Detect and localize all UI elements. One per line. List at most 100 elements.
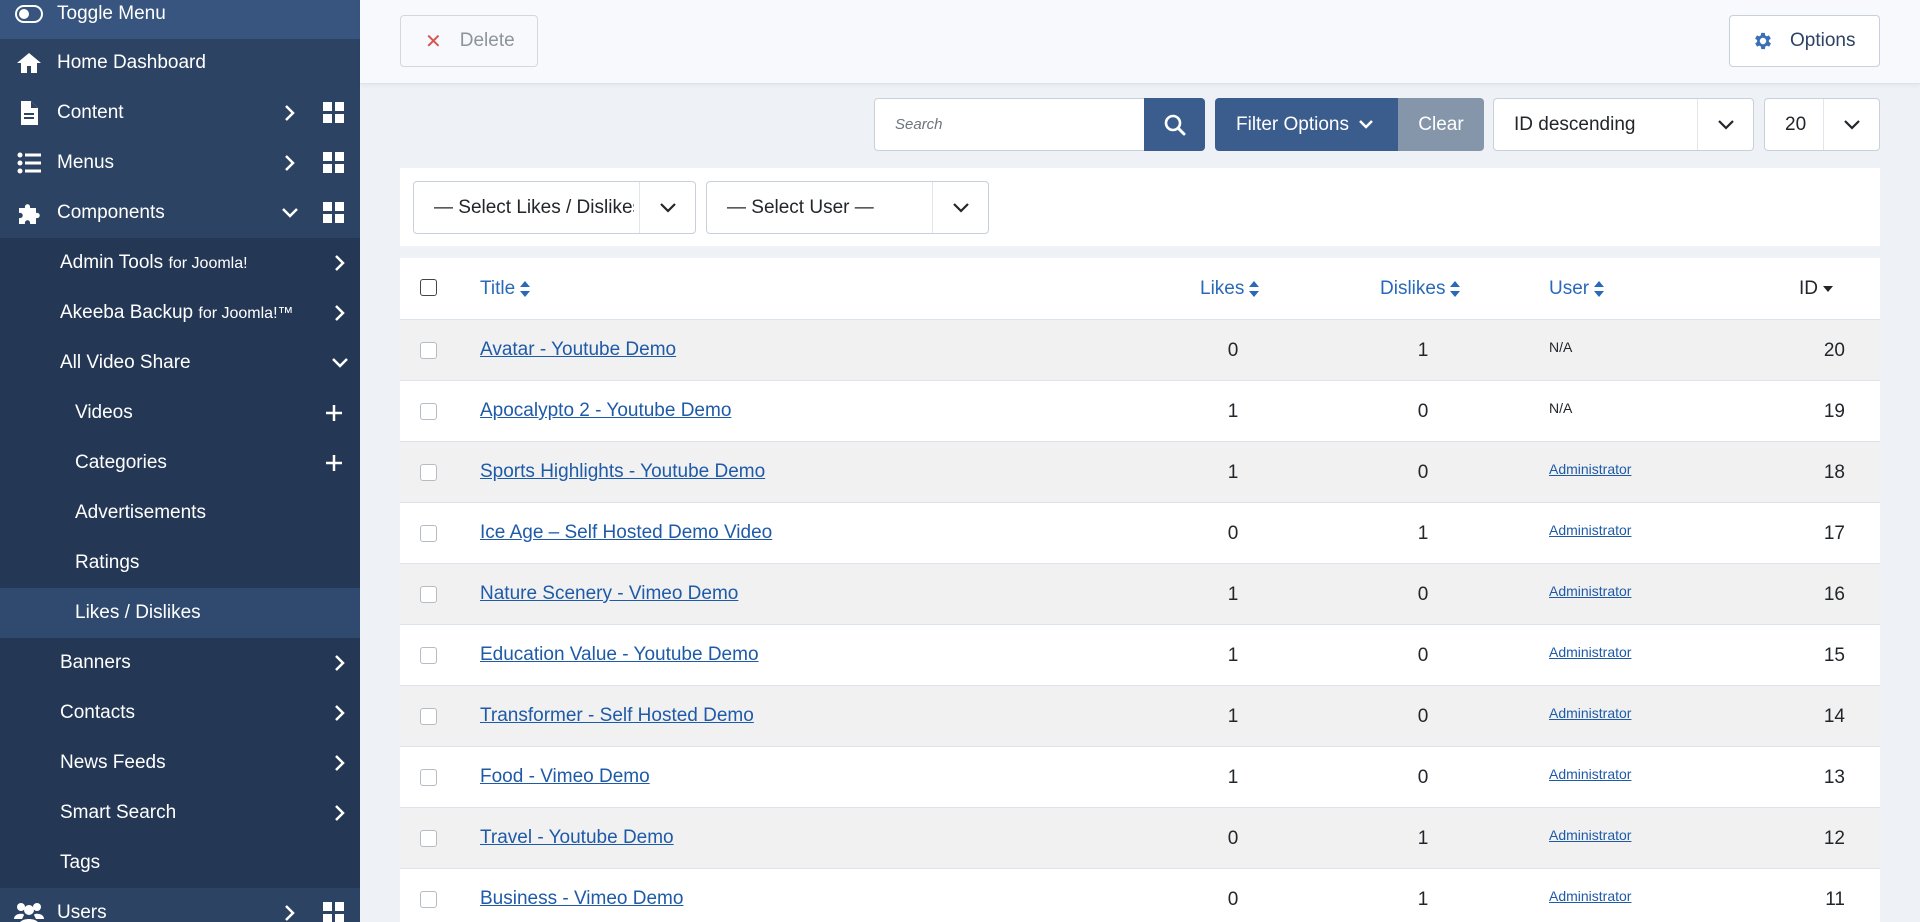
row-title-link[interactable]: Education Value - Youtube Demo: [480, 644, 759, 666]
sidebar-item-label: Advertisements: [75, 502, 206, 523]
row-title-link[interactable]: Ice Age – Self Hosted Demo Video: [480, 522, 772, 544]
row-title-link[interactable]: Avatar - Youtube Demo: [480, 339, 676, 361]
sidebar-item-likes-dislikes[interactable]: Likes / Dislikes: [0, 588, 360, 638]
sidebar-item-banners[interactable]: Banners: [0, 638, 360, 688]
plus-icon[interactable]: [323, 452, 345, 474]
search-button[interactable]: [1144, 98, 1205, 151]
row-user-link[interactable]: Administrator: [1549, 644, 1631, 660]
row-title-link[interactable]: Apocalypto 2 - Youtube Demo: [480, 400, 731, 422]
row-title-link[interactable]: Sports Highlights - Youtube Demo: [480, 461, 765, 483]
chevron-right-icon[interactable]: [330, 753, 350, 773]
chevron-right-icon[interactable]: [280, 153, 300, 173]
title-column-header[interactable]: Title: [480, 278, 531, 300]
row-checkbox[interactable]: [420, 708, 437, 725]
ordering-value: ID descending: [1514, 113, 1636, 135]
sidebar-item-tags[interactable]: Tags: [0, 838, 360, 888]
sidebar-item-label: Ratings: [75, 552, 140, 573]
sidebar-item-news-feeds[interactable]: News Feeds: [0, 738, 360, 788]
row-title-link[interactable]: Business - Vimeo Demo: [480, 888, 683, 910]
chevron-right-icon[interactable]: [280, 903, 300, 922]
dashboard-grid-icon[interactable]: [322, 201, 346, 225]
row-checkbox[interactable]: [420, 525, 437, 542]
chevron-right-icon[interactable]: [280, 103, 300, 123]
row-title-link[interactable]: Transformer - Self Hosted Demo: [480, 705, 754, 727]
sidebar-item-content[interactable]: Content: [0, 88, 360, 138]
filter-options-button[interactable]: Filter Options: [1215, 98, 1398, 151]
row-user-link[interactable]: Administrator: [1549, 888, 1631, 904]
chevron-down-icon: [932, 182, 988, 233]
dashboard-grid-icon[interactable]: [322, 151, 346, 175]
options-button[interactable]: Options: [1729, 15, 1880, 67]
chevron-right-icon[interactable]: [330, 303, 350, 323]
row-user-link[interactable]: Administrator: [1549, 522, 1631, 538]
sidebar-item-components[interactable]: Components: [0, 188, 360, 238]
sidebar-item-users[interactable]: Users: [0, 888, 360, 922]
table-row: Avatar - Youtube Demo 0 1 N/A 20: [400, 320, 1880, 381]
chevron-down-icon[interactable]: [280, 203, 300, 223]
chevron-right-icon[interactable]: [330, 653, 350, 673]
sidebar-item-home-dashboard[interactable]: Home Dashboard: [0, 38, 360, 88]
row-checkbox[interactable]: [420, 586, 437, 603]
search-input[interactable]: [874, 98, 1144, 151]
row-checkbox[interactable]: [420, 403, 437, 420]
sidebar-item-advertisements[interactable]: Advertisements: [0, 488, 360, 538]
sidebar-item-admin-tools[interactable]: Admin Tools for Joomla!: [0, 238, 360, 288]
row-user-link[interactable]: Administrator: [1549, 461, 1631, 477]
sidebar-item-label: Banners: [60, 652, 131, 673]
row-title-link[interactable]: Travel - Youtube Demo: [480, 827, 674, 849]
row-id: 13: [1823, 767, 1845, 788]
id-column-header[interactable]: ID: [1799, 278, 1834, 300]
row-user-link[interactable]: Administrator: [1549, 583, 1631, 599]
sidebar-item-label: News Feeds: [60, 752, 166, 773]
dislikes-column-header[interactable]: Dislikes: [1380, 278, 1461, 300]
sidebar-item-label: Contacts: [60, 702, 135, 723]
row-user-link[interactable]: Administrator: [1549, 705, 1631, 721]
row-checkbox[interactable]: [420, 342, 437, 359]
chevron-right-icon[interactable]: [330, 703, 350, 723]
row-id: 16: [1823, 584, 1845, 605]
search-icon: [1164, 114, 1186, 136]
dashboard-grid-icon[interactable]: [322, 901, 346, 922]
row-title-link[interactable]: Food - Vimeo Demo: [480, 766, 650, 788]
table-row: Business - Vimeo Demo 0 1 Administrator …: [400, 869, 1880, 922]
dashboard-grid-icon[interactable]: [322, 101, 346, 125]
likes-dislikes-select[interactable]: — Select Likes / Dislikes —: [413, 181, 696, 234]
likes-column-header[interactable]: Likes: [1200, 278, 1260, 300]
row-user: N/A: [1549, 339, 1573, 355]
table-row: Ice Age – Self Hosted Demo Video 0 1 Adm…: [400, 503, 1880, 564]
select-all-checkbox[interactable]: [420, 279, 437, 296]
sidebar-item-ratings[interactable]: Ratings: [0, 538, 360, 588]
row-checkbox[interactable]: [420, 647, 437, 664]
toggle-menu-button[interactable]: Toggle Menu: [0, 0, 360, 39]
sidebar-item-contacts[interactable]: Contacts: [0, 688, 360, 738]
ordering-select[interactable]: ID descending: [1493, 98, 1754, 151]
sidebar-item-videos[interactable]: Videos: [0, 388, 360, 438]
row-user-link[interactable]: Administrator: [1549, 827, 1631, 843]
clear-button[interactable]: Clear: [1398, 98, 1484, 151]
sidebar-item-menus[interactable]: Menus: [0, 138, 360, 188]
delete-button[interactable]: ✕ Delete: [400, 15, 538, 67]
limit-select[interactable]: 20: [1764, 98, 1880, 151]
row-title-link[interactable]: Nature Scenery - Vimeo Demo: [480, 583, 738, 605]
row-user-link[interactable]: Administrator: [1549, 766, 1631, 782]
sidebar-item-categories[interactable]: Categories: [0, 438, 360, 488]
row-checkbox[interactable]: [420, 891, 437, 908]
sidebar-item-all-video-share[interactable]: All Video Share: [0, 338, 360, 388]
plus-icon[interactable]: [323, 402, 345, 424]
sidebar-item-smart-search[interactable]: Smart Search: [0, 788, 360, 838]
list-icon: [14, 148, 44, 178]
row-id: 15: [1823, 645, 1845, 666]
row-checkbox[interactable]: [420, 830, 437, 847]
sidebar-item-label: Home Dashboard: [57, 52, 206, 73]
row-checkbox[interactable]: [420, 769, 437, 786]
row-likes: 0: [1227, 889, 1239, 910]
user-select[interactable]: — Select User —: [706, 181, 989, 234]
chevron-down-icon[interactable]: [330, 353, 350, 373]
user-column-header[interactable]: User: [1549, 278, 1605, 300]
sidebar-item-akeeba-backup[interactable]: Akeeba Backup for Joomla!™: [0, 288, 360, 338]
chevron-right-icon[interactable]: [330, 803, 350, 823]
chevron-down-icon: [639, 182, 695, 233]
row-checkbox[interactable]: [420, 464, 437, 481]
column-header-label: Dislikes: [1380, 278, 1446, 299]
chevron-right-icon[interactable]: [330, 253, 350, 273]
